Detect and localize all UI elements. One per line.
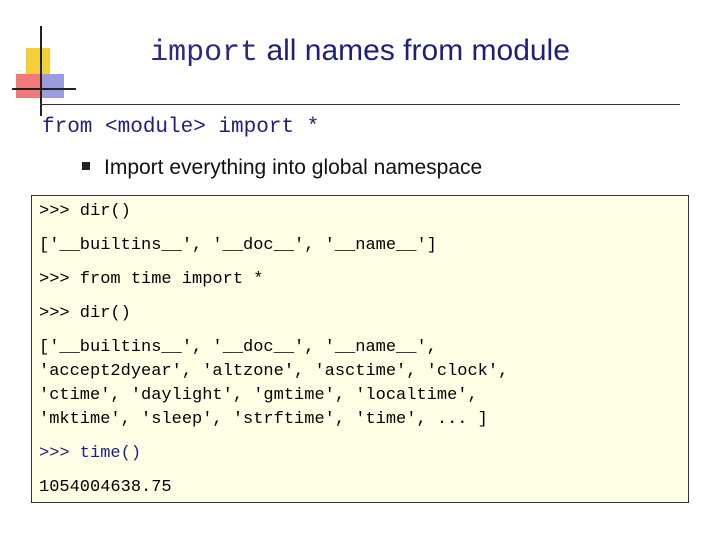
red-square-shape <box>16 74 42 98</box>
console-line: 'ctime', 'daylight', 'gmtime', 'localtim… <box>39 386 478 405</box>
title-text-part: all names from module <box>266 34 570 67</box>
console-line: >>> dir() <box>39 202 131 221</box>
console-line: >>> time() <box>39 444 142 463</box>
console-line: >>> from time import * <box>39 270 264 289</box>
console-line: ['__builtins__', '__doc__', '__name__', <box>39 338 437 357</box>
console-line: 'accept2dyear', 'altzone', 'asctime', 'c… <box>39 362 509 381</box>
console-line: 'mktime', 'sleep', 'strftime', 'time', .… <box>39 410 488 429</box>
bullet-text: Import everything into global namespace <box>104 156 483 179</box>
console-box: >>> dir() ['__builtins__', '__doc__', '_… <box>31 195 689 503</box>
title-divider <box>40 104 680 105</box>
horizontal-line-shape <box>12 88 76 90</box>
blue-square-shape <box>42 74 64 98</box>
console-line: 1054004638.75 <box>39 478 172 497</box>
console-line: >>> dir() <box>39 304 131 323</box>
title-code-part: import <box>150 36 259 70</box>
syntax-line: from <module> import * <box>42 116 320 139</box>
square-bullet-icon <box>82 162 90 171</box>
console-line: ['__builtins__', '__doc__', '__name__'] <box>39 236 437 255</box>
bullet-point: Import everything into global namespace <box>82 156 482 180</box>
slide-title: import all names from module <box>0 34 720 70</box>
